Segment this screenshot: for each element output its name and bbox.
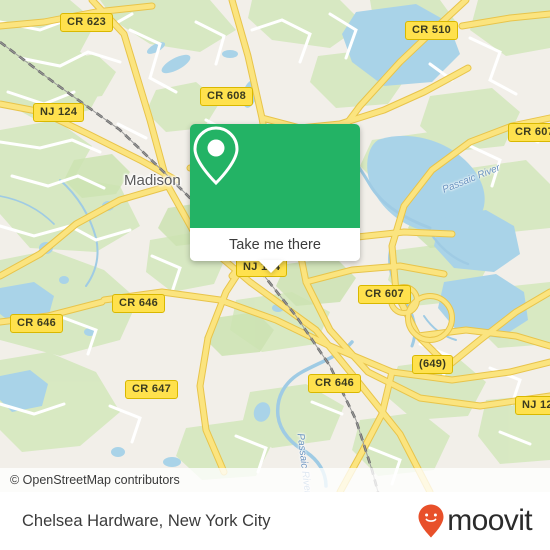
road-shield-cr-646-far-w[interactable]: CR 646 <box>10 314 64 333</box>
road-shield-cr-510[interactable]: CR 510 <box>405 21 459 40</box>
moovit-wordmark: moovit <box>447 504 532 537</box>
footer-content: Chelsea Hardware, New York City moovit <box>0 492 550 550</box>
road-shield-cr-646-s[interactable]: CR 646 <box>308 374 362 393</box>
road-shield-649[interactable]: (649) <box>412 355 454 374</box>
road-shield-cr-607-ne[interactable]: CR 607 <box>508 123 550 142</box>
map-attribution: © OpenStreetMap contributors <box>0 468 550 492</box>
road-shield-cr-607-c[interactable]: CR 607 <box>358 285 412 304</box>
page-title: Chelsea Hardware, New York City <box>22 511 271 530</box>
take-me-there-button[interactable]: Take me there <box>190 228 360 261</box>
moovit-pin-smile-icon <box>418 504 444 538</box>
road-shield-cr-608[interactable]: CR 608 <box>200 87 254 106</box>
footer-bar: Chelsea Hardware, New York City moovit <box>0 492 550 550</box>
map-pin-icon <box>193 126 239 186</box>
road-shield-cr-623[interactable]: CR 623 <box>60 13 114 32</box>
callout-header <box>190 124 360 228</box>
road-shield-cr-646-w[interactable]: CR 646 <box>112 294 166 313</box>
road-shield-cr-647[interactable]: CR 647 <box>125 380 179 399</box>
screenshot-root: Madison Passaic River Passaic River CR 6… <box>0 0 550 550</box>
location-callout-card[interactable]: Take me there <box>190 124 360 261</box>
road-shield-nj-124-se[interactable]: NJ 124 <box>515 396 550 415</box>
road-shield-nj-124-nw[interactable]: NJ 124 <box>33 103 85 122</box>
attribution-text: © OpenStreetMap contributors <box>10 473 180 487</box>
place-label-madison: Madison <box>124 172 181 189</box>
callout-pointer <box>258 260 284 273</box>
moovit-logo[interactable]: moovit <box>418 504 533 538</box>
map-canvas[interactable]: Madison Passaic River Passaic River CR 6… <box>0 0 550 492</box>
